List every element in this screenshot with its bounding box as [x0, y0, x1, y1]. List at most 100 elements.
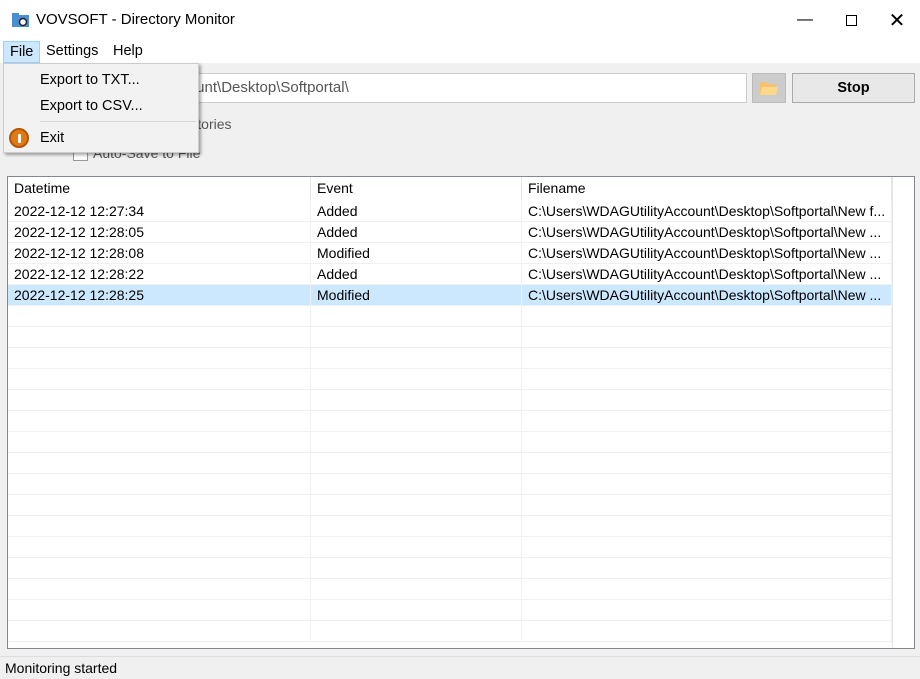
cell-event [311, 516, 522, 537]
empty-row [8, 348, 892, 369]
close-icon: ✕ [888, 9, 906, 32]
cell-datetime [8, 537, 311, 558]
cell-event [311, 474, 522, 495]
cell-event [311, 579, 522, 600]
cell-datetime [8, 390, 311, 411]
empty-row [8, 432, 892, 453]
minimize-button[interactable]: — [782, 0, 828, 40]
cell-filename [522, 621, 892, 642]
cell-datetime [8, 453, 311, 474]
column-header-filename[interactable]: Filename [522, 177, 892, 201]
browse-folder-button[interactable] [752, 73, 786, 103]
cell-event [311, 600, 522, 621]
cell-filename [522, 306, 892, 327]
events-table: Datetime Event Filename 2022-12-12 12:27… [7, 176, 915, 649]
close-button[interactable]: ✕ [874, 0, 920, 40]
cell-event: Added [311, 222, 522, 243]
empty-row [8, 558, 892, 579]
cell-filename [522, 516, 892, 537]
cell-event: Added [311, 201, 522, 222]
menu-export-csv[interactable]: Export to CSV... [4, 94, 198, 118]
empty-row [8, 306, 892, 327]
folder-open-icon [760, 82, 778, 95]
cell-datetime: 2022-12-12 12:28:22 [8, 264, 311, 285]
empty-row [8, 453, 892, 474]
file-menu-dropdown: Export to TXT... Export to CSV... Exit [3, 63, 199, 153]
folder-magnifier-icon [12, 13, 29, 27]
menu-separator [40, 121, 196, 122]
power-icon [9, 128, 29, 148]
cell-filename: C:\Users\WDAGUtilityAccount\Desktop\Soft… [522, 264, 892, 285]
table-row[interactable]: 2022-12-12 12:28:25 Modified C:\Users\WDAG… [8, 285, 892, 306]
table-row[interactable]: 2022-12-12 12:28:22 Added C:\Users\WDAGUti… [8, 264, 892, 285]
cell-datetime [8, 348, 311, 369]
empty-row [8, 516, 892, 537]
cell-filename [522, 453, 892, 474]
cell-filename [522, 579, 892, 600]
cell-event [311, 558, 522, 579]
empty-row [8, 495, 892, 516]
cell-event: Modified [311, 243, 522, 264]
cell-datetime [8, 516, 311, 537]
menu-exit[interactable]: Exit [4, 126, 198, 150]
table-row[interactable]: 2022-12-12 12:28:05 Added C:\Users\WDAGUti… [8, 222, 892, 243]
cell-filename: C:\Users\WDAGUtilityAccount\Desktop\Soft… [522, 285, 892, 306]
table-row[interactable]: 2022-12-12 12:28:08 Modified C:\Users\WDAG… [8, 243, 892, 264]
empty-row [8, 369, 892, 390]
column-header-event[interactable]: Event [311, 177, 522, 201]
cell-filename [522, 558, 892, 579]
cell-filename [522, 432, 892, 453]
menu-file[interactable]: File [3, 41, 41, 63]
empty-row [8, 579, 892, 600]
empty-row [8, 327, 892, 348]
cell-datetime: 2022-12-12 12:28:08 [8, 243, 311, 264]
menu-export-txt[interactable]: Export to TXT... [4, 68, 198, 92]
cell-filename [522, 474, 892, 495]
cell-datetime [8, 432, 311, 453]
cell-datetime [8, 558, 311, 579]
cell-filename: C:\Users\WDAGUtilityAccount\Desktop\Soft… [522, 222, 892, 243]
cell-event: Modified [311, 285, 522, 306]
cell-datetime [8, 579, 311, 600]
cell-filename [522, 390, 892, 411]
cell-event [311, 453, 522, 474]
stop-button[interactable]: Stop [792, 73, 915, 103]
cell-datetime [8, 495, 311, 516]
menu-bar: File Settings Help [0, 40, 920, 63]
minimize-icon: — [797, 11, 813, 28]
cell-datetime [8, 327, 311, 348]
title-bar: VOVSOFT - Directory Monitor — ✕ [0, 0, 920, 40]
cell-datetime [8, 621, 311, 642]
cell-filename [522, 537, 892, 558]
cell-datetime [8, 411, 311, 432]
empty-row [8, 411, 892, 432]
empty-row [8, 621, 892, 642]
cell-event [311, 327, 522, 348]
cell-event [311, 495, 522, 516]
cell-filename [522, 600, 892, 621]
cell-filename [522, 369, 892, 390]
cell-filename [522, 327, 892, 348]
empty-row [8, 600, 892, 621]
cell-filename: C:\Users\WDAGUtilityAccount\Desktop\Soft… [522, 201, 892, 222]
column-header-datetime[interactable]: Datetime [8, 177, 311, 201]
status-text: Monitoring started [5, 660, 118, 676]
empty-row [8, 390, 892, 411]
cell-event [311, 369, 522, 390]
cell-datetime [8, 306, 311, 327]
status-bar: Monitoring started [0, 656, 920, 679]
cell-event [311, 621, 522, 642]
cell-event [311, 411, 522, 432]
cell-filename [522, 495, 892, 516]
cell-event: Added [311, 264, 522, 285]
maximize-button[interactable] [828, 0, 874, 40]
empty-row [8, 474, 892, 495]
table-row[interactable]: 2022-12-12 12:27:34 Added C:\Users\WDAGUti… [8, 201, 892, 222]
cell-event [311, 390, 522, 411]
menu-settings[interactable]: Settings [40, 41, 104, 63]
menu-help[interactable]: Help [107, 41, 149, 63]
cell-event [311, 537, 522, 558]
window-title: VOVSOFT - Directory Monitor [36, 11, 235, 28]
cell-filename [522, 411, 892, 432]
cell-event [311, 432, 522, 453]
